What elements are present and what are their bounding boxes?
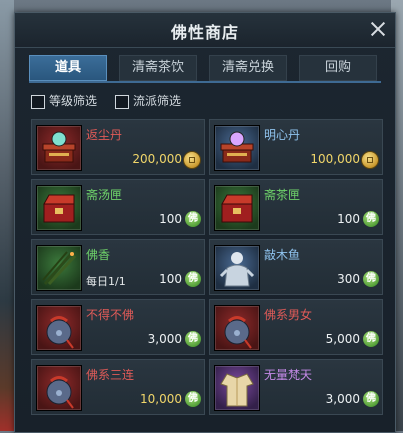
fo-currency-icon: 佛 <box>185 331 201 347</box>
red-chest-icon <box>214 185 260 231</box>
tab-exchange[interactable]: 清斋兑换 <box>209 55 287 81</box>
item-price: 5,000 <box>325 332 360 346</box>
item-name: 明心丹 <box>264 128 301 142</box>
item-name: 斋茶匣 <box>264 188 301 202</box>
item-price: 3,000 <box>147 332 182 346</box>
item-name: 斋汤匣 <box>86 188 123 202</box>
fo-currency-icon: 佛 <box>363 391 379 407</box>
shop-item-slot[interactable]: 佛系男女 5,000 佛 <box>209 299 383 355</box>
fo-currency-icon: 佛 <box>185 211 201 227</box>
item-name: 佛系三连 <box>86 368 135 382</box>
item-name: 无量梵天 <box>264 368 313 382</box>
pouch-icon <box>214 305 260 351</box>
item-price: 100 <box>159 272 182 286</box>
item-price: 10,000 <box>140 392 182 406</box>
pouch-icon <box>36 305 82 351</box>
pouch-icon <box>36 365 82 411</box>
tab-items[interactable]: 道具 <box>29 55 107 81</box>
item-price: 3,000 <box>325 392 360 406</box>
fo-currency-icon: 佛 <box>185 271 201 287</box>
purchase-limit: 每日1/1 <box>86 275 126 288</box>
background-scenery-left <box>0 0 14 431</box>
shop-item-slot[interactable]: 无量梵天 3,000 佛 <box>209 359 383 415</box>
shop-item-slot[interactable]: 斋茶匣 100 佛 <box>209 179 383 235</box>
item-price: 300 <box>337 272 360 286</box>
item-name: 返尘丹 <box>86 128 123 142</box>
item-name: 不得不佛 <box>86 308 135 322</box>
incense-sticks-icon <box>36 245 82 291</box>
tab-tea[interactable]: 清斋茶饮 <box>119 55 197 81</box>
item-name: 佛香 <box>86 248 111 262</box>
fo-currency-icon: 佛 <box>363 271 379 287</box>
item-price: 100 <box>337 212 360 226</box>
shop-item-slot[interactable]: 不得不佛 3,000 佛 <box>31 299 205 355</box>
item-price: 100,000 <box>310 152 360 166</box>
title-bar: 佛性商店 <box>15 13 395 48</box>
close-icon[interactable] <box>367 18 389 40</box>
incense-box-icon <box>36 125 82 171</box>
robe-icon <box>214 365 260 411</box>
shop-item-slot[interactable]: 斋汤匣 100 佛 <box>31 179 205 235</box>
tab-buyback[interactable]: 回购 <box>299 55 377 81</box>
incense-box-icon <box>214 125 260 171</box>
fo-currency-icon: 佛 <box>363 211 379 227</box>
checkbox-icon <box>115 95 129 109</box>
item-price: 200,000 <box>132 152 182 166</box>
shop-item-slot[interactable]: 敲木鱼 300 佛 <box>209 239 383 295</box>
shop-window: 佛性商店 道具 清斋茶饮 清斋兑换 回购 等级筛选 流派筛选 返尘丹 200,00… <box>14 12 396 433</box>
tab-bar: 道具 清斋茶饮 清斋兑换 回购 <box>29 55 381 83</box>
level-filter-label: 等级筛选 <box>49 94 98 108</box>
shop-item-slot[interactable]: 佛系三连 10,000 佛 <box>31 359 205 415</box>
item-name: 敲木鱼 <box>264 248 301 262</box>
checkbox-icon <box>31 95 45 109</box>
red-chest-icon <box>36 185 82 231</box>
coin-icon <box>183 151 201 169</box>
shop-item-slot[interactable]: 明心丹 100,000 <box>209 119 383 175</box>
shop-item-slot[interactable]: 佛香每日1/1 100 佛 <box>31 239 205 295</box>
statue-icon <box>214 245 260 291</box>
item-price: 100 <box>159 212 182 226</box>
fo-currency-icon: 佛 <box>363 331 379 347</box>
shop-item-slot[interactable]: 返尘丹 200,000 <box>31 119 205 175</box>
item-name: 佛系男女 <box>264 308 313 322</box>
window-title: 佛性商店 <box>170 23 239 42</box>
coin-icon <box>361 151 379 169</box>
fo-currency-icon: 佛 <box>185 391 201 407</box>
school-filter-label: 流派筛选 <box>133 94 182 108</box>
